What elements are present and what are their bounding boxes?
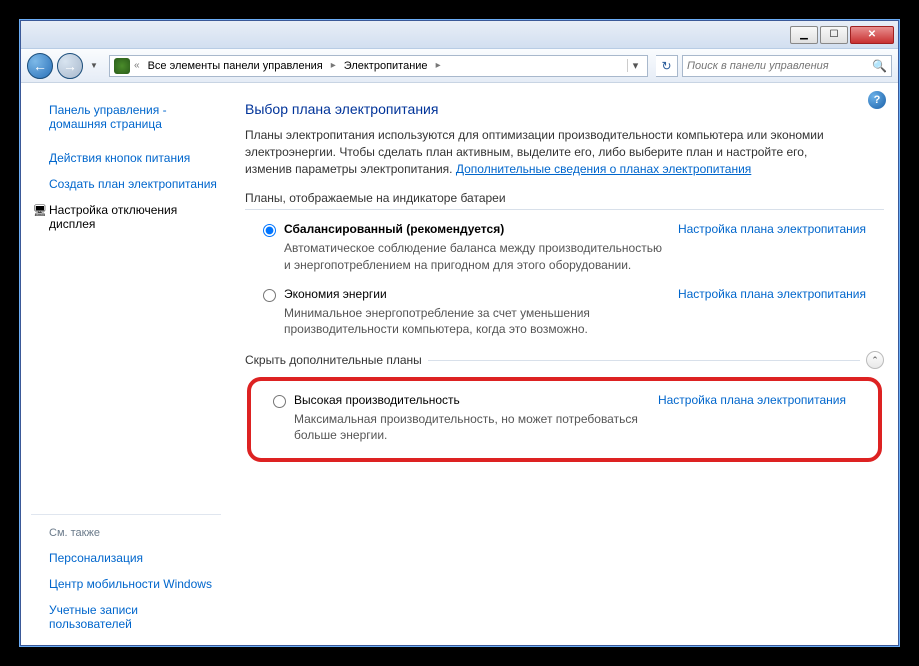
plan-settings-link[interactable]: Настройка плана электропитания bbox=[658, 393, 846, 407]
control-panel-window: ← → ▼ « Все элементы панели управления ▸… bbox=[20, 20, 899, 646]
group-label: Планы, отображаемые на индикаторе батаре… bbox=[245, 191, 884, 205]
page-title: Выбор плана электропитания bbox=[245, 101, 884, 117]
sidebar: Панель управления - домашняя страница Де… bbox=[21, 83, 231, 645]
plan-radio-high-performance[interactable] bbox=[273, 395, 286, 408]
plan-settings-link[interactable]: Настройка плана электропитания bbox=[678, 222, 866, 236]
help-button[interactable]: ? bbox=[868, 91, 886, 109]
sidebar-link-display-off: 🖥Настройка отключения дисплея bbox=[31, 197, 221, 237]
forward-button[interactable]: → bbox=[57, 53, 83, 79]
breadcrumb-sep: « bbox=[134, 60, 140, 71]
content: ? Выбор плана электропитания Планы элект… bbox=[231, 83, 898, 645]
collapse-label: Скрыть дополнительные планы bbox=[245, 353, 422, 367]
more-info-link[interactable]: Дополнительные сведения о планах электро… bbox=[456, 162, 751, 176]
collapse-button[interactable]: ⌃ bbox=[866, 351, 884, 369]
plan-desc: Минимальное энергопотребление за счет ум… bbox=[284, 305, 670, 337]
nav-history-dropdown[interactable]: ▼ bbox=[87, 56, 101, 76]
search-input[interactable] bbox=[687, 60, 872, 72]
close-button[interactable] bbox=[850, 26, 894, 44]
breadcrumb-arrow-icon[interactable]: ▸ bbox=[436, 60, 441, 71]
monitor-icon: 🖥 bbox=[33, 204, 47, 217]
sidebar-link-create-plan[interactable]: Создать план электропитания bbox=[31, 171, 221, 197]
sidebar-link-user-accounts[interactable]: Учетные записи пользователей bbox=[31, 597, 221, 631]
plan-radio-balanced[interactable] bbox=[263, 224, 276, 237]
refresh-button[interactable]: ↻ bbox=[656, 55, 678, 77]
breadcrumb[interactable]: « Все элементы панели управления ▸ Элект… bbox=[109, 55, 648, 77]
breadcrumb-dropdown[interactable]: ▾ bbox=[627, 59, 643, 72]
page-description: Планы электропитания используются для оп… bbox=[245, 127, 825, 177]
search-box[interactable]: 🔍 bbox=[682, 55, 892, 77]
breadcrumb-item[interactable]: Все элементы панели управления bbox=[144, 58, 327, 74]
maximize-button[interactable] bbox=[820, 26, 848, 44]
plan-title: Высокая производительность bbox=[294, 393, 650, 407]
plan-title: Экономия энергии bbox=[284, 287, 670, 301]
navbar: ← → ▼ « Все элементы панели управления ▸… bbox=[21, 49, 898, 83]
breadcrumb-item[interactable]: Электропитание bbox=[340, 58, 432, 74]
sidebar-home-link[interactable]: Панель управления - домашняя страница bbox=[31, 97, 221, 137]
plan-desc: Автоматическое соблюдение баланса между … bbox=[284, 240, 670, 272]
hide-additional-plans[interactable]: Скрыть дополнительные планы ⌃ bbox=[245, 349, 884, 371]
sidebar-link-mobility-center[interactable]: Центр мобильности Windows bbox=[31, 571, 221, 597]
plan-balanced: Сбалансированный (рекомендуется) Автомат… bbox=[245, 220, 884, 284]
divider bbox=[428, 360, 860, 361]
plan-high-performance: Высокая производительность Максимальная … bbox=[255, 391, 864, 447]
control-panel-icon bbox=[114, 58, 130, 74]
plan-settings-link[interactable]: Настройка плана электропитания bbox=[678, 287, 866, 301]
back-button[interactable]: ← bbox=[27, 53, 53, 79]
breadcrumb-arrow-icon[interactable]: ▸ bbox=[331, 60, 336, 71]
plan-desc: Максимальная производительность, но може… bbox=[294, 411, 650, 443]
divider bbox=[245, 209, 884, 210]
sidebar-link-button-actions[interactable]: Действия кнопок питания bbox=[31, 145, 221, 171]
plan-radio-power-saver[interactable] bbox=[263, 289, 276, 302]
plan-power-saver: Экономия энергии Минимальное энергопотре… bbox=[245, 285, 884, 349]
titlebar bbox=[21, 21, 898, 49]
search-icon[interactable]: 🔍 bbox=[872, 59, 887, 73]
see-also-heading: См. также bbox=[31, 523, 221, 545]
chevron-up-icon: ⌃ bbox=[871, 355, 879, 366]
minimize-button[interactable] bbox=[790, 26, 818, 44]
sidebar-link-personalization[interactable]: Персонализация bbox=[31, 545, 221, 571]
highlighted-plan-box: Высокая производительность Максимальная … bbox=[247, 377, 882, 461]
body: Панель управления - домашняя страница Де… bbox=[21, 83, 898, 645]
plan-title: Сбалансированный (рекомендуется) bbox=[284, 222, 670, 236]
